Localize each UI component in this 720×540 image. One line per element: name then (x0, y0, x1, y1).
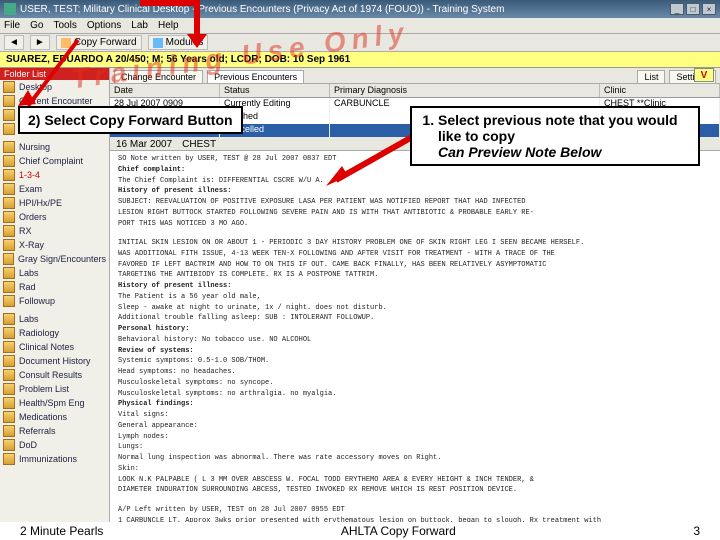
col-clinic[interactable]: Clinic (600, 84, 720, 97)
sidebar-item[interactable]: Immunizations (0, 452, 109, 466)
folder-icon (3, 383, 15, 395)
folder-icon (3, 211, 15, 223)
sidebar-item[interactable]: DoD (0, 438, 109, 452)
folder-icon (3, 95, 15, 107)
sidebar-item[interactable]: 1-3-4 (0, 168, 109, 182)
callout-2: 2) Select Copy Forward Button (18, 106, 243, 134)
footer-center: AHLTA Copy Forward (341, 524, 456, 538)
grid-header: Date Status Primary Diagnosis Clinic (110, 84, 720, 98)
sidebar-item[interactable]: Chief Complaint (0, 154, 109, 168)
minimize-button[interactable]: _ (670, 3, 684, 15)
status-badge: V (694, 68, 714, 82)
sidebar-item[interactable]: Referrals (0, 424, 109, 438)
mini-tab-list[interactable]: List (637, 70, 665, 83)
folder-icon (3, 425, 15, 437)
note-clinic: CHEST (182, 139, 216, 148)
sidebar-item[interactable]: Orders (0, 210, 109, 224)
sidebar-item[interactable]: Consult Results (0, 368, 109, 382)
folder-icon (3, 397, 15, 409)
col-diagnosis[interactable]: Primary Diagnosis (330, 84, 600, 97)
sidebar-item[interactable]: Document History (0, 354, 109, 368)
sidebar-item[interactable]: Nursing (0, 140, 109, 154)
arrow-red-icon (140, 0, 220, 50)
footer-left: 2 Minute Pearls (20, 524, 103, 538)
note-date: 16 Mar 2007 (116, 139, 172, 148)
folder-icon (3, 239, 15, 251)
slide-footer: 2 Minute Pearls AHLTA Copy Forward 3 (0, 522, 720, 540)
folder-icon (3, 411, 15, 423)
folder-icon (3, 439, 15, 451)
folder-icon (3, 453, 15, 465)
folder-icon (3, 155, 15, 167)
folder-list: Folder List Desktop Current Encounter Ap… (0, 68, 110, 522)
note-preview[interactable]: SO Note written by USER, TEST @ 28 Jul 2… (110, 151, 720, 522)
folder-icon (3, 253, 14, 265)
folder-icon (3, 355, 15, 367)
folder-icon (3, 281, 15, 293)
sidebar-item[interactable]: Clinical Notes (0, 340, 109, 354)
close-button[interactable]: × (702, 3, 716, 15)
folder-icon (3, 109, 15, 121)
window-title: USER, TEST; Military Clinical Desktop - … (20, 4, 504, 15)
app-icon (4, 3, 16, 15)
sidebar-item[interactable]: Followup (0, 294, 109, 308)
sidebar-item[interactable]: Gray Sign/Encounters (0, 252, 109, 266)
sidebar-item[interactable]: RX (0, 224, 109, 238)
sidebar-item[interactable]: Rad (0, 280, 109, 294)
sidebar-item[interactable]: Labs (0, 266, 109, 280)
sidebar-item[interactable]: Medications (0, 410, 109, 424)
sidebar-item[interactable]: HPI/Hx/PE (0, 196, 109, 210)
folder-icon (3, 267, 15, 279)
sidebar-item[interactable]: Problem List (0, 382, 109, 396)
col-status[interactable]: Status (220, 84, 330, 97)
folder-icon (3, 123, 15, 135)
callout-1-text-b: Can Preview Note Below (438, 144, 601, 160)
folder-icon (3, 313, 15, 325)
folder-icon (3, 141, 15, 153)
maximize-button[interactable]: □ (686, 3, 700, 15)
folder-icon (3, 81, 15, 93)
folder-icon (3, 169, 15, 181)
folder-icon (3, 225, 15, 237)
arrow-red-icon (18, 30, 98, 106)
folder-icon (3, 197, 15, 209)
folder-icon (3, 183, 15, 195)
callout-2-text: 2) Select Copy Forward Button (28, 112, 233, 128)
sidebar-item[interactable]: Radiology (0, 326, 109, 340)
sidebar-item[interactable]: X-Ray (0, 238, 109, 252)
sidebar-item[interactable]: Health/Spm Eng (0, 396, 109, 410)
footer-right: 3 (693, 524, 700, 538)
callout-1-text-a: Select previous note that you would like… (438, 112, 678, 144)
sidebar-item[interactable]: Labs (0, 312, 109, 326)
folder-icon (3, 369, 15, 381)
callout-1: Select previous note that you would like… (410, 106, 700, 166)
folder-icon (3, 295, 15, 307)
sidebar-item[interactable]: Exam (0, 182, 109, 196)
folder-icon (3, 341, 15, 353)
folder-icon (3, 327, 15, 339)
window-titlebar: USER, TEST; Military Clinical Desktop - … (0, 0, 720, 18)
